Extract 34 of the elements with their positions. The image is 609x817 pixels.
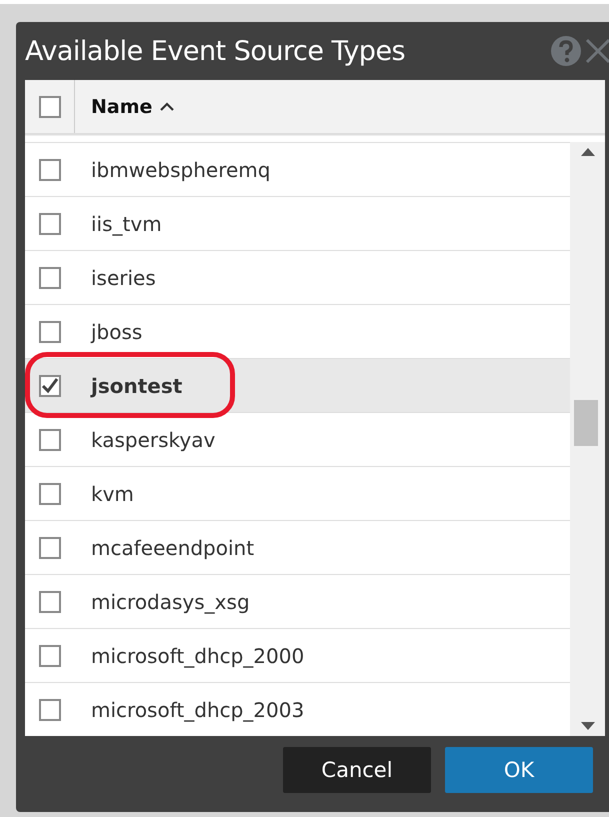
row-name: microsoft_dhcp_2000 (90, 644, 304, 668)
row-checkbox[interactable] (39, 482, 61, 504)
row-name: jsontest (89, 374, 182, 398)
close-icon[interactable] (585, 38, 609, 64)
dialog-title: Available Event Source Types (25, 36, 406, 66)
row-checkbox[interactable] (39, 590, 61, 612)
row-name: iis_tvm (90, 212, 162, 236)
row-checkbox[interactable] (39, 644, 61, 666)
row-name: microsoft_dhcp_2003 (90, 698, 304, 722)
row-checkbox[interactable] (39, 374, 61, 396)
help-icon[interactable] (551, 36, 581, 66)
select-all-checkbox[interactable] (38, 96, 60, 118)
row-name: iseries (90, 266, 156, 290)
row-name: jboss (90, 320, 142, 344)
row-checkbox[interactable] (39, 320, 61, 342)
row-checkbox[interactable] (39, 158, 61, 180)
row-name: kasperskyav (90, 428, 216, 452)
ok-button[interactable]: OK (445, 747, 593, 793)
row-name: microdasys_xsg (90, 590, 250, 614)
row-name: mcafeeendpoint (90, 536, 254, 560)
row-checkbox[interactable] (39, 698, 61, 720)
row-name: kvm (90, 482, 134, 506)
table-row[interactable]: jsontest (25, 358, 570, 412)
cancel-button[interactable]: Cancel (283, 747, 431, 793)
scroll-thumb[interactable] (574, 400, 598, 446)
row-checkbox[interactable] (39, 212, 61, 234)
scroll-down-icon[interactable] (580, 722, 594, 730)
row-checkbox[interactable] (39, 428, 61, 450)
column-header[interactable]: Name (75, 80, 174, 133)
row-name: ibmwebspheremq (90, 158, 270, 182)
row-checkbox[interactable] (39, 266, 61, 288)
scrollbar[interactable] (570, 142, 605, 736)
row-checkbox[interactable] (39, 536, 61, 558)
scroll-up-icon[interactable] (580, 148, 594, 156)
